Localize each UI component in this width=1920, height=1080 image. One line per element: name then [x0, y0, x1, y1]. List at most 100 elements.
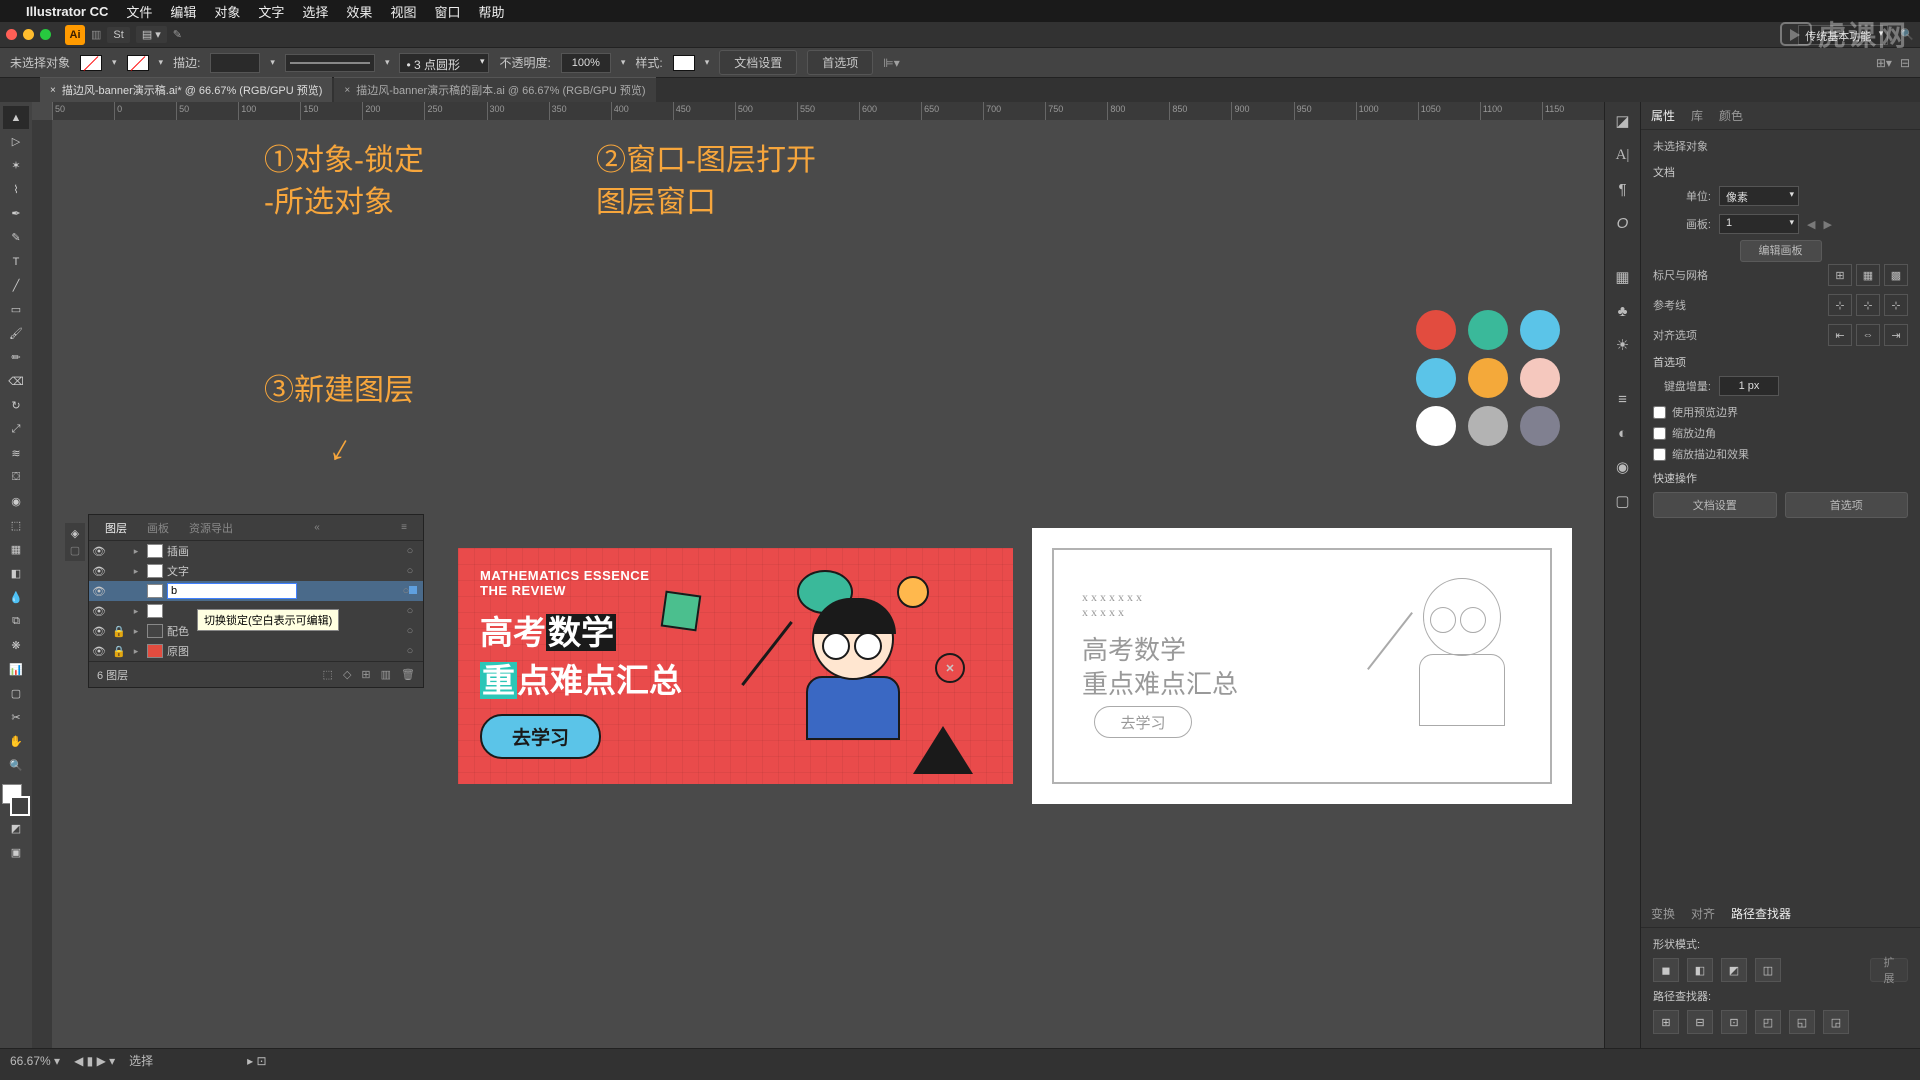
panel-stroke-icon[interactable]: ≡: [1612, 388, 1634, 410]
layer-row[interactable]: 👁▸文字○: [89, 561, 423, 581]
style-swatch[interactable]: [673, 55, 695, 71]
panel-artboards-icon[interactable]: ▢: [1612, 490, 1634, 512]
panel-gradient-icon[interactable]: ◐: [1612, 422, 1634, 444]
gradient-tool-icon[interactable]: ◧: [3, 562, 29, 585]
expand-icon[interactable]: ▸: [129, 626, 143, 637]
panel-symbols-icon[interactable]: ☀: [1612, 334, 1634, 356]
lock-toggle-icon[interactable]: 🔒: [109, 645, 129, 658]
panel-expand-icon[interactable]: ⊟: [1900, 56, 1910, 70]
clipping-mask-icon[interactable]: ◇: [343, 668, 351, 681]
expand-icon[interactable]: ▸: [129, 546, 143, 557]
panel-toggle-icon[interactable]: ⊞▾: [1876, 56, 1892, 70]
menu-view[interactable]: 视图: [390, 2, 416, 21]
panel-appearance-icon[interactable]: ◪: [1612, 110, 1634, 132]
curvature-tool-icon[interactable]: ✎: [3, 226, 29, 249]
bridge-icon[interactable]: ▥: [91, 28, 101, 41]
window-max-icon[interactable]: [40, 29, 51, 40]
pencil-tool-icon[interactable]: ✏: [3, 346, 29, 369]
layer-row[interactable]: 👁○: [89, 581, 423, 601]
panel-paragraph-icon[interactable]: ¶: [1612, 178, 1634, 200]
artboard-nav[interactable]: ◀ ▮ ▶ ▾: [74, 1054, 115, 1068]
expand-button[interactable]: 扩展: [1870, 958, 1908, 982]
align-center-icon[interactable]: ⇔: [1856, 324, 1880, 346]
target-icon[interactable]: ○: [397, 585, 423, 597]
divide-icon[interactable]: ⊞: [1653, 1010, 1679, 1034]
stroke-swatch[interactable]: [127, 55, 149, 71]
gpu-icon[interactable]: ✎: [173, 28, 182, 41]
width-tool-icon[interactable]: ≋: [3, 442, 29, 465]
column-graph-tool-icon[interactable]: 📊: [3, 658, 29, 681]
stroke-profile-select[interactable]: • 3 点圆形: [399, 53, 489, 73]
artboards-icon[interactable]: ▢: [70, 544, 80, 557]
tab-close-icon[interactable]: ×: [50, 85, 56, 96]
lasso-tool-icon[interactable]: ⌇: [3, 178, 29, 201]
panel-collapse-icon[interactable]: «: [304, 522, 330, 533]
fill-swatch[interactable]: [80, 55, 102, 71]
artboards-tab[interactable]: 画板: [137, 520, 179, 536]
expand-icon[interactable]: ▸: [129, 606, 143, 617]
layer-name[interactable]: 插画: [167, 543, 397, 559]
menu-object[interactable]: 对象: [214, 2, 240, 21]
menu-edit[interactable]: 编辑: [170, 2, 196, 21]
canvas-area[interactable]: 5005010015020025030035040045050055060065…: [32, 102, 1604, 1048]
eraser-tool-icon[interactable]: ⌫: [3, 370, 29, 393]
blend-tool-icon[interactable]: ⧉: [3, 610, 29, 633]
lock-toggle-icon[interactable]: 🔒: [109, 625, 129, 638]
color-tab[interactable]: 颜色: [1719, 107, 1743, 124]
scale-corners-checkbox[interactable]: [1653, 427, 1666, 440]
hand-tool-icon[interactable]: ✋: [3, 730, 29, 753]
visibility-toggle-icon[interactable]: 👁: [89, 605, 109, 618]
menu-help[interactable]: 帮助: [478, 2, 504, 21]
transform-tab[interactable]: 变换: [1651, 905, 1675, 922]
trim-icon[interactable]: ⊟: [1687, 1010, 1713, 1034]
minus-back-icon[interactable]: ◲: [1823, 1010, 1849, 1034]
window-min-icon[interactable]: [23, 29, 34, 40]
target-icon[interactable]: ○: [397, 605, 423, 617]
doc-setup-button[interactable]: 文档设置: [1653, 492, 1777, 518]
delete-layer-icon[interactable]: 🗑: [401, 668, 415, 681]
unite-icon[interactable]: ◼: [1653, 958, 1679, 982]
tab-close-icon[interactable]: ×: [344, 85, 350, 96]
eyedropper-tool-icon[interactable]: 💧: [3, 586, 29, 609]
panel-character-icon[interactable]: A|: [1612, 144, 1634, 166]
shape-builder-tool-icon[interactable]: ◉: [3, 490, 29, 513]
exclude-icon[interactable]: ◫: [1755, 958, 1781, 982]
align-tab[interactable]: 对齐: [1691, 905, 1715, 922]
new-layer-icon[interactable]: ▥: [381, 668, 391, 681]
rectangle-tool-icon[interactable]: ▭: [3, 298, 29, 321]
panel-opentype-icon[interactable]: O: [1612, 212, 1634, 234]
menu-file[interactable]: 文件: [126, 2, 152, 21]
align-left-icon[interactable]: ⇤: [1828, 324, 1852, 346]
layer-row[interactable]: 👁🔒▸原图○: [89, 641, 423, 661]
panel-menu-icon[interactable]: ≡: [391, 522, 417, 533]
opacity-input[interactable]: [561, 53, 611, 73]
stroke-weight-input[interactable]: [210, 53, 260, 73]
grid-icon[interactable]: ▦: [1856, 264, 1880, 286]
paintbrush-tool-icon[interactable]: 🖌: [3, 322, 29, 345]
libraries-tab[interactable]: 库: [1691, 107, 1703, 124]
preview-bounds-checkbox[interactable]: [1653, 406, 1666, 419]
rotate-tool-icon[interactable]: ↻: [3, 394, 29, 417]
document-tab[interactable]: ×描边风-banner演示稿.ai* @ 66.67% (RGB/GPU 预览): [40, 77, 332, 102]
asset-export-tab[interactable]: 资源导出: [179, 520, 243, 536]
panel-brushes-icon[interactable]: ♣: [1612, 300, 1634, 322]
properties-tab[interactable]: 属性: [1651, 107, 1675, 124]
mesh-tool-icon[interactable]: ▦: [3, 538, 29, 561]
layer-name[interactable]: 文字: [167, 563, 397, 579]
locate-layer-icon[interactable]: ⬚: [323, 668, 333, 681]
zoom-level[interactable]: 66.67% ▾: [10, 1054, 60, 1068]
direct-selection-tool-icon[interactable]: ▷: [3, 130, 29, 153]
edit-artboards-button[interactable]: 编辑画板: [1740, 240, 1822, 262]
panel-transparency-icon[interactable]: ◉: [1612, 456, 1634, 478]
scale-tool-icon[interactable]: ⤢: [3, 418, 29, 441]
screen-mode-icon[interactable]: ▣: [3, 841, 29, 864]
layers-icon[interactable]: ◈: [71, 527, 79, 540]
document-setup-button[interactable]: 文档设置: [719, 50, 797, 75]
stroke-preview[interactable]: [285, 54, 375, 72]
outline-icon[interactable]: ◱: [1789, 1010, 1815, 1034]
symbol-sprayer-tool-icon[interactable]: ❋: [3, 634, 29, 657]
selection-tool-icon[interactable]: ▲: [3, 106, 29, 129]
prev-artboard-icon[interactable]: ◀: [1807, 218, 1815, 231]
layer-name[interactable]: 原图: [167, 643, 397, 659]
zoom-tool-icon[interactable]: 🔍: [3, 754, 29, 777]
